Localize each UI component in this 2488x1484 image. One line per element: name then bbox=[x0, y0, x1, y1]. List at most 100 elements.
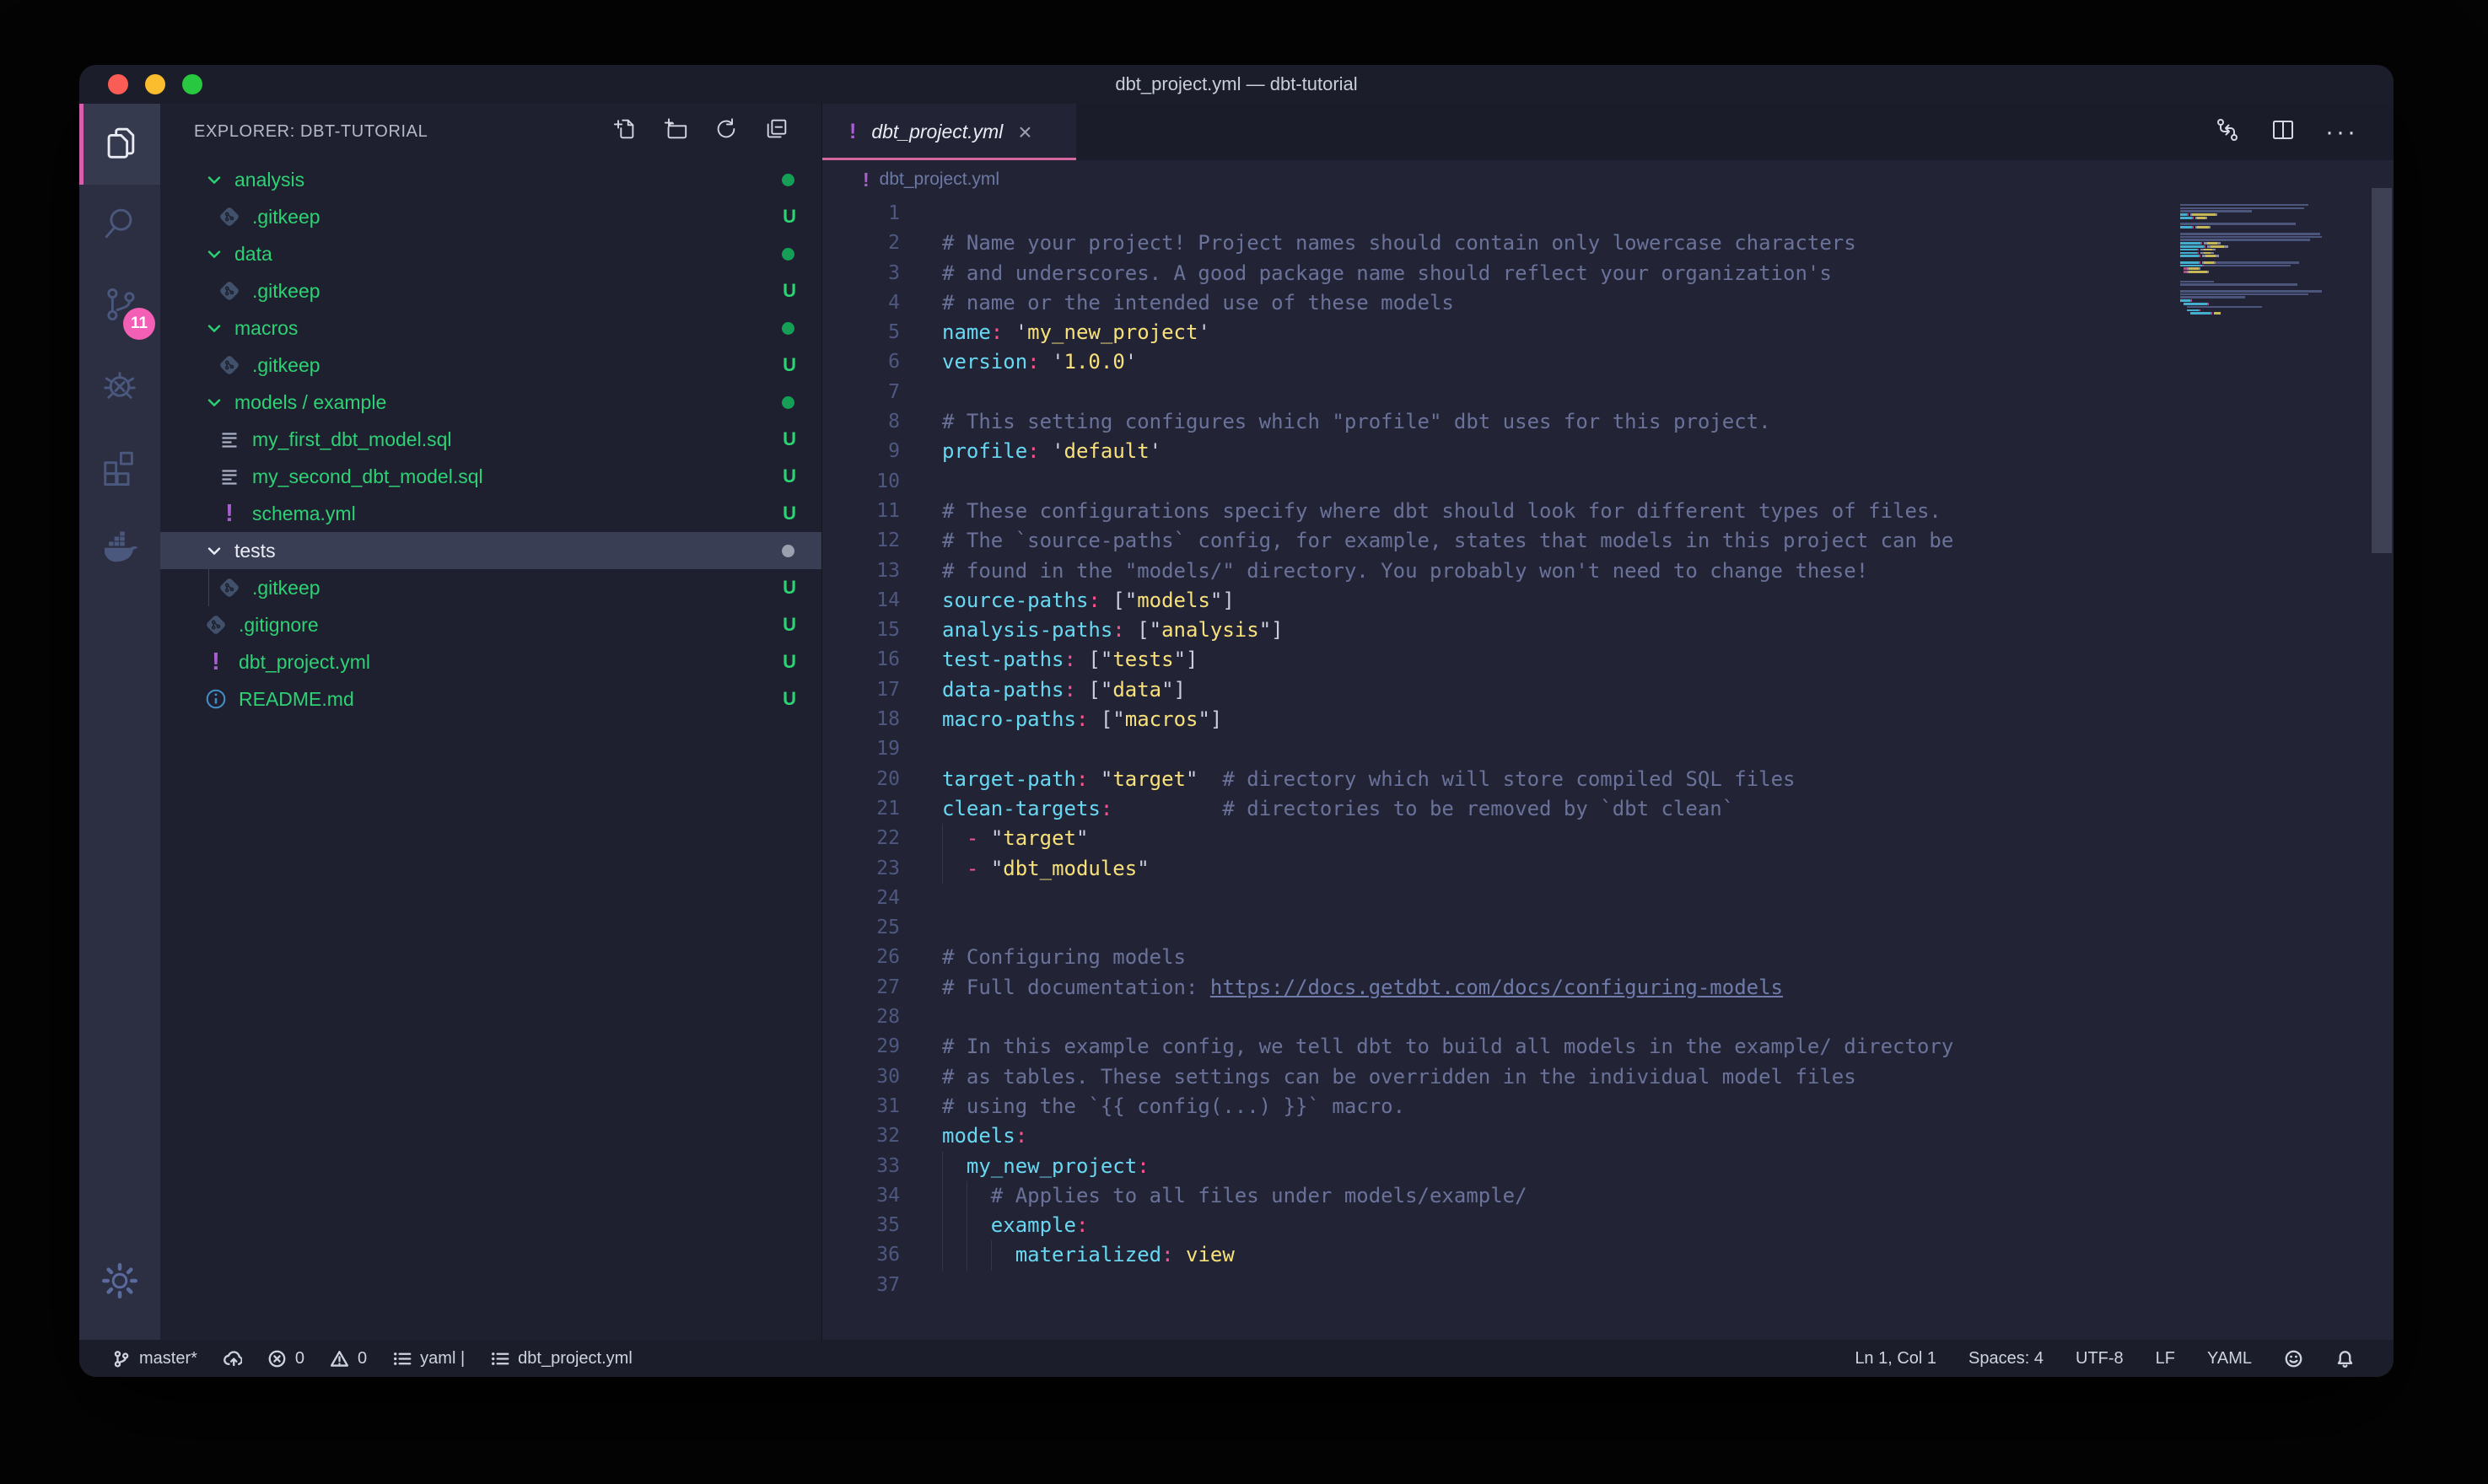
activity-explorer[interactable] bbox=[79, 104, 160, 185]
code-line[interactable]: 7 bbox=[822, 378, 2394, 407]
status-file-selector[interactable]: dbt_project.yml bbox=[490, 1349, 633, 1368]
git-file-icon bbox=[218, 279, 241, 303]
chevron-down-icon bbox=[204, 540, 224, 561]
tree-item--gitkeep[interactable]: .gitkeepU bbox=[160, 198, 821, 235]
code-line[interactable]: 21clean-targets: # directories to be rem… bbox=[822, 794, 2394, 824]
code-line[interactable]: 15analysis-paths: ["analysis"] bbox=[822, 616, 2394, 645]
tree-item--gitkeep[interactable]: .gitkeepU bbox=[160, 569, 821, 606]
new-file-button[interactable] bbox=[612, 116, 638, 147]
status-git-branch[interactable]: master* bbox=[111, 1349, 197, 1368]
tree-item-models-example[interactable]: models / example bbox=[160, 384, 821, 421]
collapse-folders-button[interactable] bbox=[764, 116, 789, 147]
line-number: 1 bbox=[822, 199, 900, 229]
code-line[interactable]: 33 my_new_project: bbox=[822, 1152, 2394, 1181]
tree-item-label: README.md bbox=[239, 688, 354, 711]
more-actions-button[interactable]: ··· bbox=[2325, 128, 2358, 137]
code-line[interactable]: 31# using the `{{ config(...) }}` macro. bbox=[822, 1092, 2394, 1121]
activity-search[interactable] bbox=[79, 185, 160, 266]
activity-extensions[interactable] bbox=[79, 427, 160, 508]
code-line[interactable]: 32models: bbox=[822, 1121, 2394, 1151]
status-feedback[interactable] bbox=[2284, 1349, 2303, 1368]
minimap[interactable] bbox=[2180, 201, 2360, 319]
tree-item-macros[interactable]: macros bbox=[160, 309, 821, 347]
code-line[interactable]: 18macro-paths: ["macros"] bbox=[822, 705, 2394, 734]
status-indentation[interactable]: Spaces: 4 bbox=[1968, 1349, 2044, 1368]
code-line[interactable]: 36 materialized: view bbox=[822, 1240, 2394, 1270]
new-folder-button[interactable] bbox=[663, 116, 688, 147]
close-tab-icon[interactable]: × bbox=[1018, 121, 1031, 144]
tree-item-dbt-project-yml[interactable]: !dbt_project.ymlU bbox=[160, 643, 821, 680]
code-line[interactable]: 37 bbox=[822, 1271, 2394, 1300]
code-line[interactable]: 35 example: bbox=[822, 1211, 2394, 1240]
status-cursor-position[interactable]: Ln 1, Col 1 bbox=[1855, 1349, 1936, 1368]
indent-guide bbox=[942, 854, 943, 884]
code-line[interactable]: 23 - "dbt_modules" bbox=[822, 854, 2394, 884]
code-line[interactable]: 22 - "target" bbox=[822, 824, 2394, 853]
minimap-line bbox=[2180, 249, 2360, 251]
code-line[interactable]: 17data-paths: ["data"] bbox=[822, 675, 2394, 705]
tree-item-my-first-dbt-model-sql[interactable]: my_first_dbt_model.sqlU bbox=[160, 421, 821, 458]
code-line[interactable]: 16test-paths: ["tests"] bbox=[822, 645, 2394, 675]
code-line[interactable]: 24 bbox=[822, 884, 2394, 913]
code-line[interactable]: 20target-path: "target" # directory whic… bbox=[822, 765, 2394, 794]
line-number: 24 bbox=[822, 884, 900, 913]
code-line[interactable]: 14source-paths: ["models"] bbox=[822, 586, 2394, 616]
code-area[interactable]: 12# Name your project! Project names sho… bbox=[822, 199, 2394, 1340]
minimap-line bbox=[2180, 315, 2360, 318]
code-line[interactable]: 6version: '1.0.0' bbox=[822, 347, 2394, 377]
status-notifications[interactable] bbox=[2335, 1349, 2355, 1368]
code-line[interactable]: 4# name or the intended use of these mod… bbox=[822, 288, 2394, 318]
code-line[interactable]: 10 bbox=[822, 467, 2394, 497]
activity-source-control[interactable]: 11 bbox=[79, 266, 160, 347]
code-line[interactable]: 28 bbox=[822, 1003, 2394, 1032]
git-status-dot bbox=[782, 322, 794, 335]
code-line[interactable]: 5name: 'my_new_project' bbox=[822, 318, 2394, 347]
breadcrumb: ! dbt_project.yml bbox=[822, 160, 2394, 199]
status-warnings[interactable]: 0 bbox=[330, 1349, 367, 1368]
open-changes-button[interactable] bbox=[2214, 116, 2241, 148]
code-line[interactable]: 12# The `source-paths` config, for examp… bbox=[822, 526, 2394, 556]
status-sync[interactable] bbox=[223, 1349, 242, 1368]
tree-item-my-second-dbt-model-sql[interactable]: my_second_dbt_model.sqlU bbox=[160, 458, 821, 495]
status-yaml-selector[interactable]: yaml | bbox=[392, 1349, 465, 1368]
code-line[interactable]: 8# This setting configures which "profil… bbox=[822, 407, 2394, 437]
code-line[interactable]: 29# In this example config, we tell dbt … bbox=[822, 1032, 2394, 1062]
activity-docker[interactable] bbox=[79, 508, 160, 589]
git-untracked-badge: U bbox=[783, 280, 796, 302]
settings-button[interactable] bbox=[79, 1242, 160, 1323]
status-encoding[interactable]: UTF-8 bbox=[2076, 1349, 2124, 1368]
tree-item--gitkeep[interactable]: .gitkeepU bbox=[160, 347, 821, 384]
code-line[interactable]: 26# Configuring models bbox=[822, 943, 2394, 972]
status-errors[interactable]: 0 bbox=[267, 1349, 304, 1368]
tree-item-schema-yml[interactable]: !schema.ymlU bbox=[160, 495, 821, 532]
chevron-down-icon bbox=[204, 318, 224, 338]
code-line[interactable]: 19 bbox=[822, 734, 2394, 764]
split-editor-button[interactable] bbox=[2270, 116, 2297, 148]
tree-item--gitkeep[interactable]: .gitkeepU bbox=[160, 272, 821, 309]
code-line[interactable]: 27# Full documentation: https://docs.get… bbox=[822, 973, 2394, 1003]
line-number: 15 bbox=[822, 616, 900, 645]
minimap-line bbox=[2180, 281, 2360, 283]
code-line[interactable]: 1 bbox=[822, 199, 2394, 229]
tree-item-data[interactable]: data bbox=[160, 235, 821, 272]
breadcrumb-filename[interactable]: dbt_project.yml bbox=[880, 169, 999, 190]
code-line[interactable]: 2# Name your project! Project names shou… bbox=[822, 229, 2394, 258]
code-line[interactable]: 30# as tables. These settings can be ove… bbox=[822, 1062, 2394, 1092]
code-line[interactable]: 3# and underscores. A good package name … bbox=[822, 259, 2394, 288]
tree-item-label: data bbox=[234, 243, 272, 266]
refresh-explorer-button[interactable] bbox=[714, 116, 739, 147]
editor-scrollbar[interactable] bbox=[2372, 188, 2392, 553]
code-line[interactable]: 13# found in the "models/" directory. Yo… bbox=[822, 556, 2394, 586]
tab-dbt-project-yml[interactable]: ! dbt_project.yml × bbox=[822, 104, 1076, 160]
activity-debug[interactable] bbox=[79, 347, 160, 427]
tree-item-analysis[interactable]: analysis bbox=[160, 161, 821, 198]
status-language-mode[interactable]: YAML bbox=[2207, 1349, 2252, 1368]
tree-item-tests[interactable]: tests bbox=[160, 532, 821, 569]
status-eol[interactable]: LF bbox=[2156, 1349, 2175, 1368]
code-line[interactable]: 34 # Applies to all files under models/e… bbox=[822, 1181, 2394, 1211]
code-line[interactable]: 25 bbox=[822, 913, 2394, 943]
code-line[interactable]: 9profile: 'default' bbox=[822, 437, 2394, 466]
code-line[interactable]: 11# These configurations specify where d… bbox=[822, 497, 2394, 526]
tree-item-readme-md[interactable]: README.mdU bbox=[160, 680, 821, 718]
tree-item--gitignore[interactable]: .gitignoreU bbox=[160, 606, 821, 643]
